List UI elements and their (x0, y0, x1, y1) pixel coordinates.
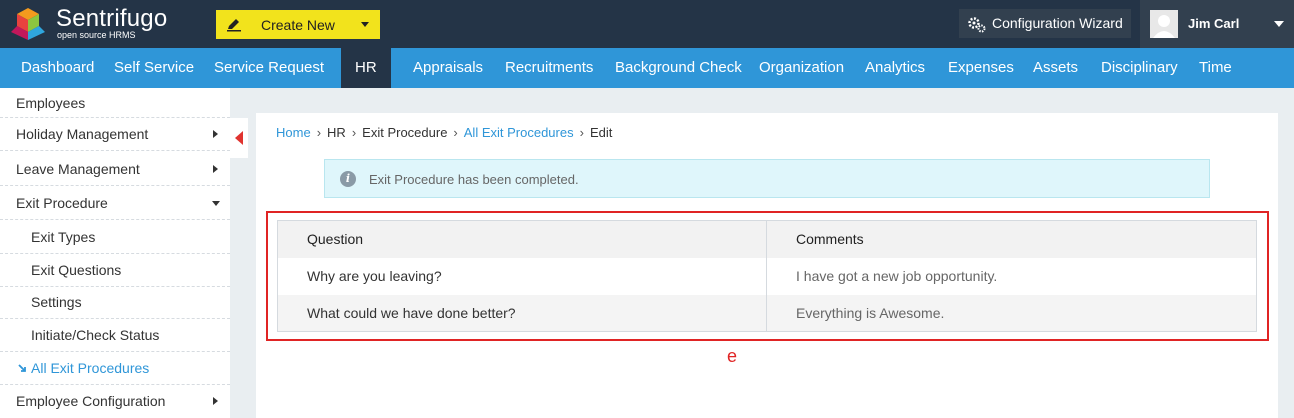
sidebar-item-label: Holiday Management (16, 126, 149, 142)
sidebar-item-exit-procedure[interactable]: Exit Procedure (0, 187, 230, 220)
avatar (1150, 10, 1178, 38)
nav-dashboard[interactable]: Dashboard (21, 48, 94, 88)
nav-appraisals[interactable]: Appraisals (413, 48, 483, 88)
sidebar-item-employees[interactable]: Employees (0, 88, 230, 118)
arrow-down-right-icon (18, 364, 26, 372)
brand-subtitle: open source HRMS (57, 30, 136, 40)
nav-expenses[interactable]: Expenses (948, 48, 1014, 88)
sidebar-item-label: All Exit Procedures (31, 360, 150, 376)
sidebar-item-all-exit-procedures[interactable]: All Exit Procedures (0, 352, 230, 385)
sidebar-item-label: Employee Configuration (16, 393, 166, 409)
breadcrumb-exit-procedure: Exit Procedure (362, 125, 448, 140)
alert-message: Exit Procedure has been completed. (369, 172, 579, 187)
create-new-button[interactable]: Create New (216, 10, 380, 39)
create-new-label: Create New (261, 17, 335, 33)
gears-icon (968, 17, 986, 33)
question-cell: Why are you leaving? (307, 268, 442, 284)
nav-background-check[interactable]: Background Check (615, 48, 742, 88)
chevron-down-icon (361, 22, 369, 27)
breadcrumb-separator: › (316, 125, 322, 140)
nav-service-request[interactable]: Service Request (214, 48, 324, 88)
nav-time[interactable]: Time (1199, 48, 1232, 88)
pen-icon (227, 19, 241, 32)
chevron-right-icon (213, 165, 218, 173)
configuration-wizard-button[interactable]: Configuration Wizard (959, 9, 1131, 38)
breadcrumb-all-exit-procedures[interactable]: All Exit Procedures (464, 125, 574, 140)
exit-questions-table: Question Comments Why are you leaving? I… (277, 220, 1257, 332)
breadcrumb: Home › HR › Exit Procedure › All Exit Procedur… (276, 125, 612, 140)
sidebar-item-settings[interactable]: Settings (0, 286, 230, 319)
main-nav: Dashboard Self Service Service Request H… (0, 48, 1294, 88)
sentrifugo-logo-icon[interactable] (8, 6, 48, 42)
breadcrumb-separator: › (453, 125, 458, 140)
comment-cell: Everything is Awesome. (766, 294, 1257, 332)
sidebar-item-label: Initiate/Check Status (31, 327, 160, 343)
nav-hr[interactable]: HR (341, 48, 391, 88)
sidebar-item-label: Employees (16, 95, 86, 111)
table-row: Why are you leaving? I have got a new jo… (278, 257, 1257, 295)
chevron-right-icon (213, 397, 218, 405)
breadcrumb-current: Edit (589, 125, 613, 140)
nav-recruitments[interactable]: Recruitments (505, 48, 593, 88)
chevron-right-icon (213, 130, 218, 138)
info-icon: i (340, 171, 356, 187)
chevron-down-icon (212, 201, 220, 206)
sidebar-item-label: Exit Procedure (16, 195, 108, 211)
sidebar: Employees Holiday Management Leave Manag… (0, 88, 230, 418)
sidebar-item-leave-management[interactable]: Leave Management (0, 153, 230, 186)
brand-name: Sentrifugo (56, 5, 168, 32)
nav-organization[interactable]: Organization (759, 48, 844, 88)
nav-assets[interactable]: Assets (1033, 48, 1078, 88)
nav-self-service[interactable]: Self Service (114, 48, 194, 88)
sidebar-item-label: Exit Types (31, 229, 96, 245)
sidebar-item-exit-types[interactable]: Exit Types (0, 221, 230, 254)
collapse-left-icon (235, 131, 243, 145)
breadcrumb-home[interactable]: Home (276, 125, 311, 140)
success-alert: i Exit Procedure has been completed. (324, 159, 1210, 198)
user-silhouette-icon (1150, 10, 1178, 38)
table-header-row: Question Comments (277, 220, 1257, 258)
column-header-comments: Comments (766, 220, 1257, 258)
column-header-question: Question (277, 220, 767, 258)
table-row: What could we have done better? Everythi… (277, 294, 1257, 332)
user-menu[interactable]: Jim Carl (1140, 0, 1294, 48)
sidebar-item-label: Settings (31, 294, 82, 310)
configuration-wizard-label: Configuration Wizard (992, 15, 1123, 31)
sidebar-item-label: Leave Management (16, 161, 140, 177)
annotation-label: e (727, 346, 738, 366)
breadcrumb-separator: › (351, 125, 357, 140)
sidebar-collapse-toggle[interactable] (230, 118, 248, 158)
user-name: Jim Carl (1188, 16, 1240, 31)
breadcrumb-hr: HR (327, 125, 346, 140)
sidebar-item-exit-questions[interactable]: Exit Questions (0, 254, 230, 287)
question-cell: What could we have done better? (277, 294, 767, 332)
sidebar-item-employee-configuration[interactable]: Employee Configuration (0, 385, 230, 418)
chevron-down-icon[interactable] (1274, 21, 1284, 27)
comment-cell: I have got a new job opportunity. (766, 257, 1257, 295)
nav-analytics[interactable]: Analytics (865, 48, 925, 88)
breadcrumb-separator: › (579, 125, 584, 140)
sidebar-item-label: Exit Questions (31, 262, 122, 278)
top-bar: Sentrifugo open source HRMS Create New C… (0, 0, 1294, 48)
sidebar-item-holiday-management[interactable]: Holiday Management (0, 118, 230, 151)
sidebar-item-initiate-check-status[interactable]: Initiate/Check Status (0, 319, 230, 352)
nav-disciplinary[interactable]: Disciplinary (1101, 48, 1178, 88)
